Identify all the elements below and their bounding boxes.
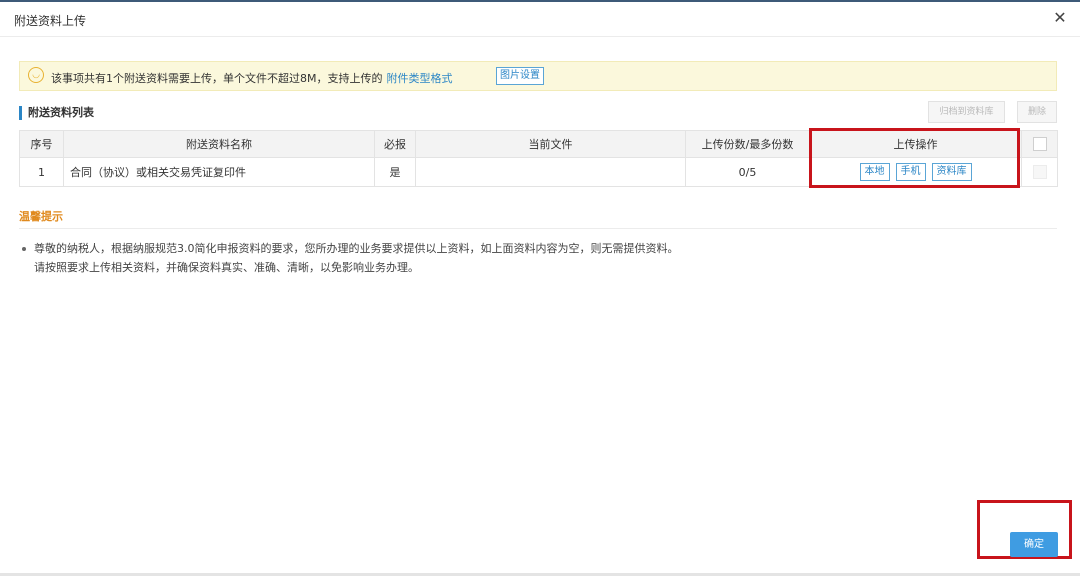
row-required: 是: [374, 157, 416, 187]
upload-phone-button[interactable]: 手机: [895, 163, 926, 181]
tips-line: 尊敬的纳税人，根据纳服规范3.0简化申报资料的要求，您所办理的业务要求提供以上资…: [22, 240, 679, 256]
upload-local-button[interactable]: 本地: [859, 163, 890, 181]
select-all-cell: [1021, 130, 1058, 158]
column-header: 当前文件: [415, 130, 686, 158]
row-current-file: [415, 157, 686, 187]
confirm-button[interactable]: 确定: [1010, 532, 1058, 557]
column-header: 上传操作: [809, 130, 1022, 158]
column-header: 上传份数/最多份数: [685, 130, 810, 158]
row-upload-actions: 本地 手机 资料库: [809, 157, 1022, 187]
tips-text-1: 尊敬的纳税人，根据纳服规范3.0简化申报资料的要求，您所办理的业务要求提供以上资…: [34, 242, 679, 255]
delete-button[interactable]: 删除: [1017, 101, 1057, 123]
image-settings-button[interactable]: 图片设置: [496, 67, 544, 85]
section-title: 附送资料列表: [19, 106, 94, 120]
column-header: 附送资料名称: [63, 130, 375, 158]
smile-icon: ◡: [28, 67, 44, 83]
row-index: 1: [19, 157, 64, 187]
dialog-title: 附送资料上传: [14, 14, 87, 28]
tips-text-2: 请按照要求上传相关资料，并确保资料真实、准确、清晰，以免影响业务办理。: [34, 261, 419, 274]
notice-text: 该事项共有1个附送资料需要上传，单个文件不超过8M，支持上传的 附件类型格式: [51, 70, 453, 86]
bullet-icon: [22, 247, 26, 251]
attachment-format-link[interactable]: 附件类型格式: [387, 72, 453, 85]
row-checkbox[interactable]: [1032, 165, 1047, 179]
top-border-strip: [0, 0, 1080, 2]
notice-message: 该事项共有1个附送资料需要上传，单个文件不超过8M，支持上传的: [51, 72, 383, 85]
tips-title: 温馨提示: [19, 210, 63, 223]
archive-to-library-button[interactable]: 归档到资料库: [928, 101, 1005, 123]
table-header-row: 序号 附送资料名称 必报 当前文件 上传份数/最多份数 上传操作: [19, 130, 1058, 158]
select-all-checkbox[interactable]: [1032, 137, 1047, 151]
row-select-cell: [1021, 157, 1058, 187]
row-upload-count: 0/5: [685, 157, 810, 187]
title-divider: [0, 36, 1080, 37]
table-row: 1 合同（协议）或相关交易凭证复印件 是 0/5 本地 手机 资料库: [19, 157, 1058, 187]
column-header: 必报: [374, 130, 416, 158]
tips-divider: [19, 228, 1057, 229]
attachment-table: 序号 附送资料名称 必报 当前文件 上传份数/最多份数 上传操作 1 合同（协议…: [19, 130, 1058, 187]
close-icon[interactable]: ✕: [1051, 9, 1069, 27]
column-header: 序号: [19, 130, 64, 158]
notice-banner: ◡ 该事项共有1个附送资料需要上传，单个文件不超过8M，支持上传的 附件类型格式 …: [19, 61, 1057, 91]
row-attachment-name: 合同（协议）或相关交易凭证复印件: [63, 157, 375, 187]
upload-library-button[interactable]: 资料库: [931, 163, 972, 181]
